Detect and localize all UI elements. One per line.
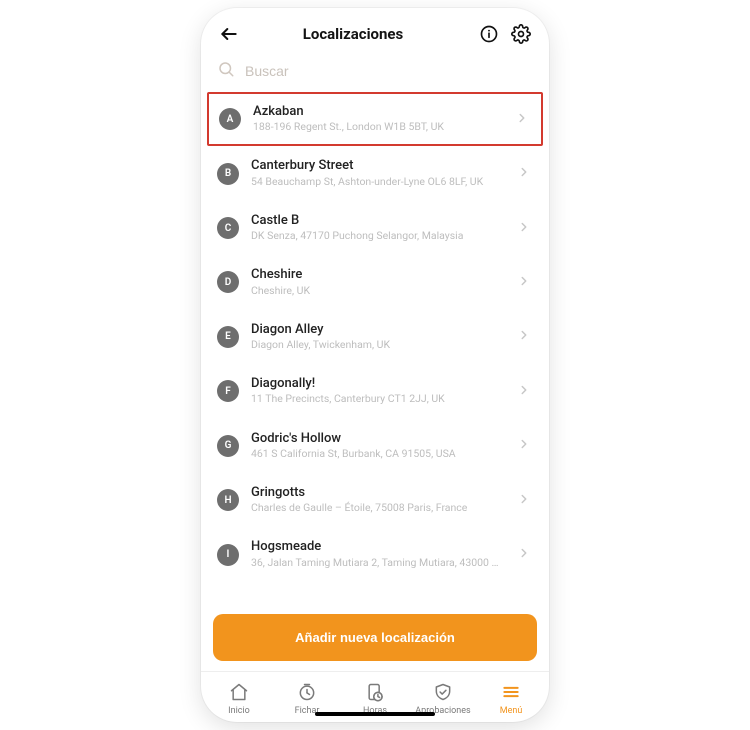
location-row-body: Castle BDK Senza, 47170 Puchong Selangor… bbox=[251, 213, 505, 243]
hours-icon bbox=[365, 682, 385, 702]
menu-icon bbox=[501, 682, 521, 702]
location-address: 54 Beauchamp St, Ashton-under-Lyne OL6 8… bbox=[251, 175, 505, 189]
search-bar bbox=[201, 56, 549, 92]
location-letter-badge: G bbox=[217, 435, 239, 457]
location-address: 11 The Precincts, Canterbury CT1 2JJ, UK bbox=[251, 392, 505, 406]
page-title: Localizaciones bbox=[237, 25, 469, 43]
location-row[interactable]: I Hogsmeade36, Jalan Taming Mutiara 2, Ta… bbox=[205, 527, 545, 581]
gear-icon bbox=[511, 24, 531, 44]
location-row[interactable]: B Canterbury Street54 Beauchamp St, Ashto… bbox=[205, 146, 545, 200]
location-letter-badge: A bbox=[219, 108, 241, 130]
tab-label: Menú bbox=[500, 706, 523, 716]
tab-home[interactable]: Inicio bbox=[205, 682, 273, 716]
location-name: Azkaban bbox=[253, 104, 503, 120]
chevron-right-icon bbox=[517, 219, 531, 238]
tab-menu[interactable]: Menú bbox=[477, 682, 545, 716]
chevron-right-icon bbox=[517, 273, 531, 292]
location-row[interactable]: G Godric's Hollow461 S California St, Bur… bbox=[205, 419, 545, 473]
tab-clock[interactable]: Fichar bbox=[273, 682, 341, 716]
location-row-body: GringottsCharles de Gaulle – Étoile, 750… bbox=[251, 485, 505, 515]
location-address: Diagon Alley, Twickenham, UK bbox=[251, 338, 505, 352]
phone-frame: Localizaciones A Azkaban188-196 Regent St… bbox=[201, 8, 549, 722]
location-letter-badge: D bbox=[217, 271, 239, 293]
home-icon bbox=[229, 682, 249, 702]
location-row-body: Canterbury Street54 Beauchamp St, Ashton… bbox=[251, 158, 505, 188]
location-row-body: Azkaban188-196 Regent St., London W1B 5B… bbox=[253, 104, 503, 134]
location-list: A Azkaban188-196 Regent St., London W1B 5… bbox=[201, 92, 549, 604]
location-address: Charles de Gaulle – Étoile, 75008 Paris,… bbox=[251, 501, 505, 515]
location-name: Castle B bbox=[251, 213, 505, 229]
chevron-right-icon bbox=[517, 327, 531, 346]
location-name: Diagon Alley bbox=[251, 322, 505, 338]
location-name: Gringotts bbox=[251, 485, 505, 501]
info-icon bbox=[479, 24, 499, 44]
chevron-right-icon bbox=[517, 164, 531, 183]
location-row[interactable]: H GringottsCharles de Gaulle – Étoile, 75… bbox=[205, 473, 545, 527]
info-button[interactable] bbox=[477, 22, 501, 46]
location-row-body: Diagon AlleyDiagon Alley, Twickenham, UK bbox=[251, 322, 505, 352]
location-name: Diagonally! bbox=[251, 376, 505, 392]
location-name: Godric's Hollow bbox=[251, 431, 505, 447]
search-icon bbox=[217, 60, 235, 82]
tab-hours[interactable]: Horas bbox=[341, 682, 409, 716]
location-letter-badge: I bbox=[217, 544, 239, 566]
header-bar: Localizaciones bbox=[201, 8, 549, 56]
location-row[interactable]: C Castle BDK Senza, 47170 Puchong Selango… bbox=[205, 201, 545, 255]
location-letter-badge: F bbox=[217, 380, 239, 402]
location-address: 188-196 Regent St., London W1B 5BT, UK bbox=[253, 120, 503, 134]
location-address: Cheshire, UK bbox=[251, 284, 505, 298]
location-letter-badge: E bbox=[217, 326, 239, 348]
location-letter-badge: C bbox=[217, 217, 239, 239]
location-letter-badge: H bbox=[217, 489, 239, 511]
location-address: 461 S California St, Burbank, CA 91505, … bbox=[251, 447, 505, 461]
location-name: Cheshire bbox=[251, 267, 505, 283]
location-address: 36, Jalan Taming Mutiara 2, Taming Mutia… bbox=[251, 556, 505, 570]
location-row-body: Hogsmeade36, Jalan Taming Mutiara 2, Tam… bbox=[251, 539, 505, 569]
chevron-right-icon bbox=[517, 382, 531, 401]
location-letter-badge: B bbox=[217, 163, 239, 185]
location-name: Canterbury Street bbox=[251, 158, 505, 174]
location-name: Hogsmeade bbox=[251, 539, 505, 555]
tab-label: Inicio bbox=[228, 706, 250, 716]
home-indicator bbox=[315, 712, 435, 716]
chevron-right-icon bbox=[517, 545, 531, 564]
clock-icon bbox=[297, 682, 317, 702]
location-row[interactable]: A Azkaban188-196 Regent St., London W1B 5… bbox=[207, 92, 543, 146]
settings-button[interactable] bbox=[509, 22, 533, 46]
chevron-right-icon bbox=[515, 110, 529, 129]
location-row-body: Godric's Hollow461 S California St, Burb… bbox=[251, 431, 505, 461]
add-location-button[interactable]: Añadir nueva localización bbox=[213, 614, 537, 661]
add-button-wrap: Añadir nueva localización bbox=[201, 604, 549, 671]
arrow-left-icon bbox=[219, 24, 239, 44]
location-row[interactable]: D CheshireCheshire, UK bbox=[205, 255, 545, 309]
location-row[interactable]: E Diagon AlleyDiagon Alley, Twickenham, U… bbox=[205, 310, 545, 364]
location-row[interactable]: F Diagonally!11 The Precincts, Canterbury… bbox=[205, 364, 545, 418]
tab-approve[interactable]: Aprobaciones bbox=[409, 682, 477, 716]
chevron-right-icon bbox=[517, 491, 531, 510]
approve-icon bbox=[433, 682, 453, 702]
location-row-body: CheshireCheshire, UK bbox=[251, 267, 505, 297]
location-address: DK Senza, 47170 Puchong Selangor, Malays… bbox=[251, 229, 505, 243]
location-row-body: Diagonally!11 The Precincts, Canterbury … bbox=[251, 376, 505, 406]
search-input[interactable] bbox=[245, 63, 533, 79]
chevron-right-icon bbox=[517, 436, 531, 455]
